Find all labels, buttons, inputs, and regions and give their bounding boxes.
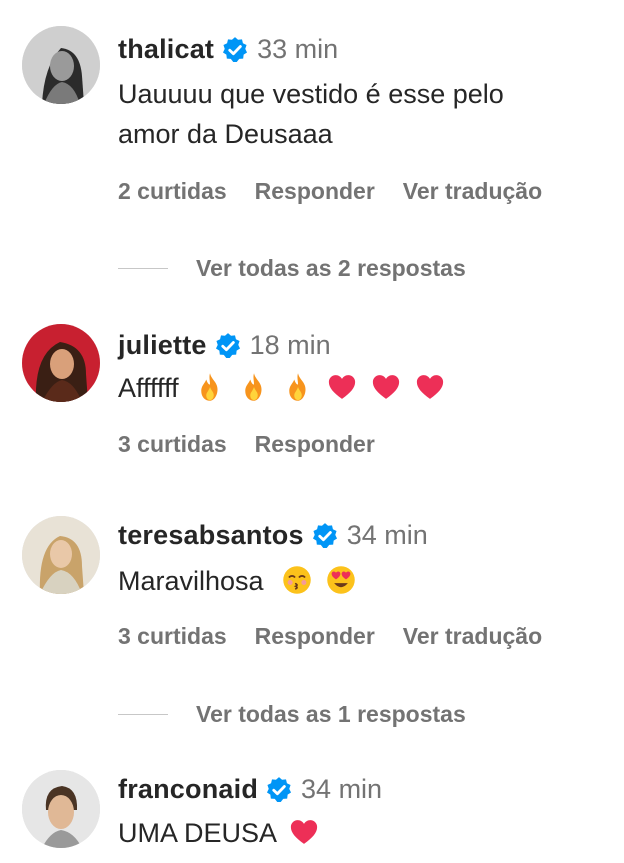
avatar-juliette[interactable] — [22, 324, 100, 402]
reply-button[interactable]: Responder — [255, 431, 375, 458]
comment-text: Affffff — [118, 368, 598, 408]
fire-emoji-icon — [195, 372, 225, 402]
replies-divider — [118, 714, 168, 715]
fire-emoji-icon — [239, 372, 269, 402]
replies-divider — [118, 268, 168, 269]
username[interactable]: juliette — [118, 330, 207, 361]
comment-text: Maravilhosa — [118, 561, 598, 601]
comment-thalicat: thalicat 33 min Uauuuu que vestido é ess… — [0, 0, 624, 300]
comment-text-line: amor da Deusaaa — [118, 119, 333, 149]
comment-text-body: Maravilhosa — [118, 566, 264, 596]
kissing-face-emoji-icon — [282, 565, 312, 595]
translate-button[interactable]: Ver tradução — [403, 623, 542, 650]
likes-count[interactable]: 3 curtidas — [118, 431, 227, 458]
verified-badge-icon — [214, 332, 242, 360]
username[interactable]: franconaid — [118, 774, 258, 805]
heart-eyes-emoji-icon — [326, 565, 356, 595]
comment-text-body: Affffff — [118, 373, 179, 403]
heart-emoji-icon — [289, 817, 319, 847]
translate-button[interactable]: Ver tradução — [403, 178, 542, 205]
likes-count[interactable]: 3 curtidas — [118, 623, 227, 650]
timestamp: 34 min — [346, 520, 428, 550]
fire-emoji-icon — [283, 372, 313, 402]
heart-emoji-icon — [327, 372, 357, 402]
view-replies-button[interactable]: Ver todas as 2 respostas — [118, 255, 466, 282]
likes-count[interactable]: 2 curtidas — [118, 178, 227, 205]
view-replies-label[interactable]: Ver todas as 1 respostas — [196, 701, 466, 728]
comment-text: Uauuuu que vestido é esse pelo amor da D… — [118, 74, 598, 154]
username[interactable]: teresabsantos — [118, 520, 304, 551]
timestamp: 33 min — [257, 34, 339, 64]
view-replies-button[interactable]: Ver todas as 1 respostas — [118, 701, 466, 728]
view-replies-label[interactable]: Ver todas as 2 respostas — [196, 255, 466, 282]
verified-badge-icon — [221, 36, 249, 64]
comment-teresabsantos: teresabsantos 34 min Maravilhosa 3 curti… — [0, 480, 624, 750]
verified-badge-icon — [265, 776, 293, 804]
comment-juliette: juliette 18 min Affffff 3 curtidas Respo… — [0, 300, 624, 480]
avatar-franconaid[interactable] — [22, 770, 100, 848]
reply-button[interactable]: Responder — [255, 178, 375, 205]
avatar-teresabsantos[interactable] — [22, 516, 100, 594]
avatar-thalicat[interactable] — [22, 26, 100, 104]
reply-button[interactable]: Responder — [255, 623, 375, 650]
username[interactable]: thalicat — [118, 34, 214, 65]
comment-franconaid: franconaid 34 min UMA DEUSA — [0, 750, 624, 863]
timestamp: 18 min — [249, 330, 331, 360]
heart-emoji-icon — [371, 372, 401, 402]
comment-text-line: Uauuuu que vestido é esse pelo — [118, 79, 504, 109]
heart-emoji-icon — [415, 372, 445, 402]
comment-text-body: UMA DEUSA — [118, 818, 278, 848]
comment-text: UMA DEUSA — [118, 813, 598, 853]
timestamp: 34 min — [301, 774, 383, 804]
verified-badge-icon — [311, 522, 339, 550]
